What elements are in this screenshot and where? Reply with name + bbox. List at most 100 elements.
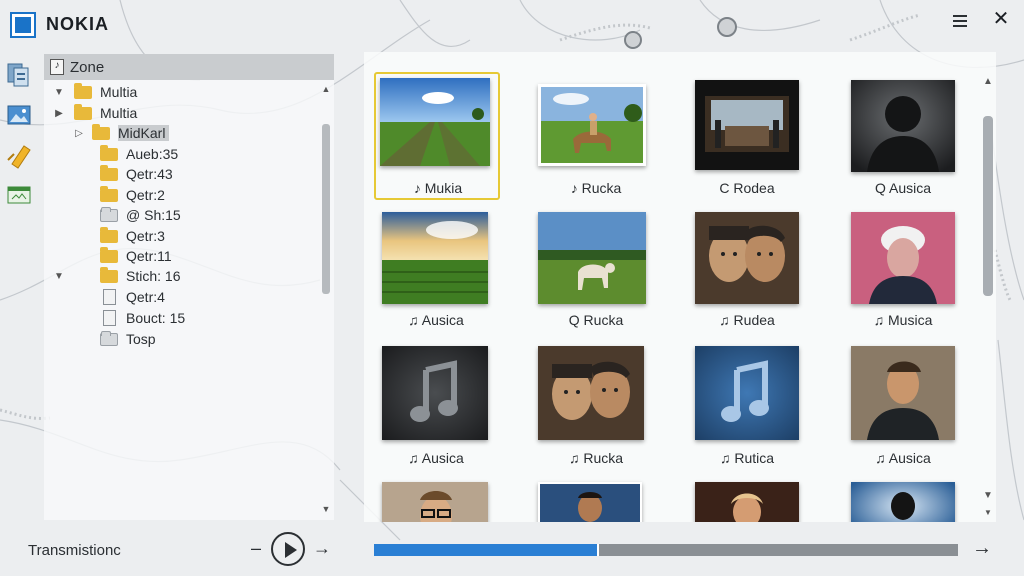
play-button[interactable]	[271, 532, 305, 566]
tree-item-label: Stich: 16	[126, 268, 181, 284]
folder-icon	[74, 103, 92, 120]
folder-icon	[100, 246, 118, 263]
document-icon: ♪	[50, 59, 64, 75]
tree-item[interactable]: Tosp	[100, 329, 156, 349]
scroll-down-icon[interactable]: ▼	[982, 490, 994, 501]
tree-item-label: Bouct: 15	[126, 310, 186, 326]
tree-item-label: Qetr:2	[126, 187, 165, 203]
folder-icon	[100, 266, 118, 283]
tree-item-label: @ Sh:15	[126, 207, 181, 223]
tree-item-label: Qetr:43	[126, 166, 173, 182]
tree-item[interactable]: Qetr:11	[100, 246, 172, 266]
brand-name: NOKIA	[46, 14, 109, 34]
status-label: Transmistionc	[28, 542, 121, 559]
tile-label: Q Ausica	[874, 180, 932, 196]
note-icon[interactable]	[4, 140, 34, 170]
expand-arrow-icon[interactable]: ▶	[52, 108, 66, 119]
tree-item[interactable]: Qetr:3	[100, 226, 165, 246]
tree-list: ▼ Multia ▶ Multia ▷ MidKarl Aueb:35 Qetr…	[44, 80, 334, 347]
thumbnail-image	[851, 482, 955, 522]
tree-item[interactable]: ▶ Multia	[52, 103, 137, 123]
tile-label: C Rodea	[719, 180, 775, 196]
thumbnail-image	[538, 346, 644, 440]
folder-icon	[74, 82, 92, 99]
thumbnail-image	[382, 482, 488, 522]
folder-icon	[100, 164, 118, 181]
thumbnail-image	[695, 346, 799, 440]
expand-arrow-icon[interactable]: ▼	[52, 271, 66, 282]
scroll-end-icon[interactable]: ▼	[982, 508, 994, 517]
left-icon-rail	[4, 60, 40, 220]
folder-tree-panel: ♪ Zone ▼ Multia ▶ Multia ▷ MidKarl Aueb:…	[44, 54, 334, 520]
previous-button[interactable]: –	[246, 536, 266, 560]
playback-bar: Transmistionc – → →	[0, 524, 1024, 576]
scroll-up-icon[interactable]: ▲	[982, 76, 994, 87]
tree-root-row[interactable]: ♪ Zone	[44, 54, 334, 80]
progress-bar[interactable]	[374, 544, 958, 556]
tile-label: ♫ Ausica	[408, 312, 464, 328]
tree-item-label: Qetr:3	[126, 228, 165, 244]
photo-icon[interactable]	[4, 100, 34, 130]
tree-item[interactable]: Qetr:43	[100, 164, 173, 184]
expand-arrow-icon[interactable]: ▼	[52, 87, 66, 98]
tree-item-label: Qetr:11	[126, 248, 172, 264]
tree-scrollbar[interactable]: ▲ ▼	[320, 84, 332, 514]
file-icon	[103, 289, 116, 305]
thumbnail-image	[851, 212, 955, 304]
tree-item[interactable]: ▼ Stich: 16	[52, 266, 180, 286]
tile-label: ♪ Mukia	[413, 180, 463, 196]
folder-icon	[100, 226, 118, 243]
thumbnail-image	[538, 84, 646, 166]
close-icon[interactable]: ✕	[990, 8, 1012, 30]
thumbnail-image	[538, 212, 646, 304]
tile-label: ♫ Rudea	[719, 312, 775, 328]
tree-item[interactable]: @ Sh:15	[100, 205, 181, 225]
thumbnail-image	[382, 212, 488, 304]
file-icon	[103, 310, 116, 326]
tile-label: ♪ Rucka	[570, 180, 622, 196]
tile-label: ♫ Ausica	[408, 450, 464, 466]
next-button[interactable]: →	[312, 536, 332, 560]
thumbnail-image	[380, 78, 490, 166]
tile-label: Q Rucka	[568, 312, 624, 328]
tile-label: ♫ Musica	[873, 312, 933, 328]
thumbnail-image	[695, 80, 799, 170]
tree-item[interactable]: Bouct: 15	[100, 308, 185, 328]
hamburger-menu-icon[interactable]	[950, 12, 970, 32]
tree-item-selected[interactable]: ▷ MidKarl	[72, 123, 170, 143]
tree-item[interactable]: Aueb:35	[100, 144, 178, 164]
tile-label: ♫ Ausica	[875, 450, 931, 466]
scroll-thumb[interactable]	[322, 124, 330, 294]
card-icon[interactable]	[4, 180, 34, 210]
thumbnail-image	[538, 482, 642, 522]
tree-item[interactable]: ▼ Multia	[52, 82, 137, 102]
tree-item-label: Multia	[100, 84, 138, 100]
library-icon[interactable]	[4, 60, 34, 90]
tree-root-label: Zone	[70, 58, 105, 76]
thumbnail-image	[382, 346, 488, 440]
forward-arrow-icon[interactable]: →	[970, 536, 994, 560]
tree-item-label: Qetr:4	[126, 289, 165, 305]
scroll-up-icon[interactable]: ▲	[320, 84, 332, 94]
app-logo-icon	[10, 12, 36, 38]
tile-label: ♫ Rutica	[719, 450, 775, 466]
tree-item-label: Tosp	[126, 331, 156, 347]
tree-item-label: Multia	[100, 105, 138, 121]
scroll-down-icon[interactable]: ▼	[320, 504, 332, 514]
tile-label: ♫ Rucka	[568, 450, 624, 466]
tree-item-label: MidKarl	[118, 125, 170, 141]
scroll-thumb[interactable]	[983, 116, 993, 296]
thumbnail-image	[851, 80, 955, 172]
expand-arrow-icon[interactable]: ▷	[72, 128, 86, 139]
thumbnail-image	[851, 346, 955, 440]
thumbnail-image	[695, 212, 799, 304]
folder-icon	[92, 123, 110, 140]
grid-scrollbar[interactable]: ▲ ▼ ▼	[980, 76, 996, 522]
folder-icon	[100, 206, 118, 222]
media-grid-panel: ♪ Mukia ♪ Rucka C Rodea Q Ausica ♫ Ausic…	[364, 52, 996, 522]
folder-icon	[100, 330, 118, 346]
tree-item[interactable]: Qetr:4	[100, 287, 165, 307]
folder-icon	[100, 185, 118, 202]
app-header: NOKIA ✕	[0, 0, 1024, 48]
tree-item[interactable]: Qetr:2	[100, 185, 165, 205]
